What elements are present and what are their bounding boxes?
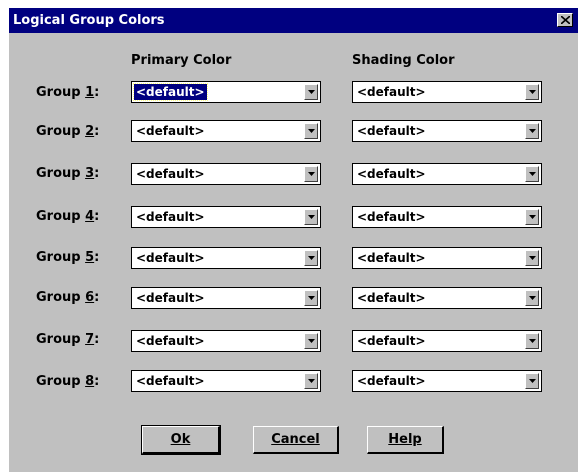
group-1-primary-select[interactable]: <default> — [131, 81, 321, 103]
group-7-shading-dropdown-button[interactable] — [525, 333, 539, 349]
group-8-shading-dropdown-button[interactable] — [525, 373, 539, 389]
group-1-shading-select[interactable]: <default> — [352, 81, 542, 103]
group-2-shading-select[interactable]: <default> — [352, 120, 542, 142]
ok-button[interactable]: Ok — [141, 425, 221, 455]
group-1-shading-value: <default> — [357, 85, 426, 99]
chevron-down-icon — [529, 172, 536, 176]
chevron-down-icon — [529, 339, 536, 343]
group-7-shading-select[interactable]: <default> — [352, 330, 542, 352]
group-4-primary-value: <default> — [136, 210, 205, 224]
group-1-label: Group 1: — [36, 85, 100, 100]
group-4-shading-value: <default> — [357, 210, 426, 224]
chevron-down-icon — [308, 256, 315, 260]
chevron-down-icon — [308, 215, 315, 219]
group-3-shading-value: <default> — [357, 167, 426, 181]
group-4-label: Group 4: — [36, 209, 100, 224]
chevron-down-icon — [529, 215, 536, 219]
chevron-down-icon — [529, 129, 536, 133]
group-5-label: Group 5: — [36, 250, 100, 265]
help-button-label: Help — [388, 432, 422, 447]
chevron-down-icon — [529, 296, 536, 300]
group-7-primary-value: <default> — [136, 334, 205, 348]
group-6-shading-dropdown-button[interactable] — [525, 290, 539, 306]
group-6-primary-value: <default> — [136, 291, 205, 305]
group-7-primary-select[interactable]: <default> — [131, 330, 321, 352]
title-bar[interactable]: Logical Group Colors — [9, 8, 578, 33]
shading-color-header: Shading Color — [352, 53, 455, 68]
group-8-primary-select[interactable]: <default> — [131, 370, 321, 392]
chevron-down-icon — [308, 129, 315, 133]
group-2-primary-dropdown-button[interactable] — [304, 123, 318, 139]
group-5-primary-value: <default> — [136, 251, 205, 265]
group-3-primary-value: <default> — [136, 167, 205, 181]
group-6-primary-select[interactable]: <default> — [131, 287, 321, 309]
logical-group-colors-dialog: Logical Group Colors Primary Color Shadi… — [8, 7, 578, 472]
group-8-shading-select[interactable]: <default> — [352, 370, 542, 392]
dialog-title: Logical Group Colors — [13, 13, 165, 28]
group-7-primary-dropdown-button[interactable] — [304, 333, 318, 349]
help-button[interactable]: Help — [367, 426, 444, 454]
group-2-primary-value: <default> — [136, 124, 205, 138]
group-1-shading-dropdown-button[interactable] — [525, 84, 539, 100]
group-8-label: Group 8: — [36, 374, 100, 389]
group-1-primary-value: <default> — [133, 83, 208, 101]
group-8-shading-value: <default> — [357, 374, 426, 388]
group-6-shading-value: <default> — [357, 291, 426, 305]
group-2-label: Group 2: — [36, 124, 100, 139]
chevron-down-icon — [308, 339, 315, 343]
group-6-shading-select[interactable]: <default> — [352, 287, 542, 309]
close-icon — [561, 16, 570, 24]
group-3-primary-select[interactable]: <default> — [131, 163, 321, 185]
chevron-down-icon — [308, 90, 315, 94]
group-7-shading-value: <default> — [357, 334, 426, 348]
group-5-primary-dropdown-button[interactable] — [304, 250, 318, 266]
group-3-shading-select[interactable]: <default> — [352, 163, 542, 185]
close-button[interactable] — [557, 13, 573, 27]
chevron-down-icon — [308, 172, 315, 176]
group-5-primary-select[interactable]: <default> — [131, 247, 321, 269]
group-2-shading-dropdown-button[interactable] — [525, 123, 539, 139]
group-4-shading-select[interactable]: <default> — [352, 206, 542, 228]
group-8-primary-dropdown-button[interactable] — [304, 373, 318, 389]
group-3-label: Group 3: — [36, 166, 100, 181]
group-5-shading-dropdown-button[interactable] — [525, 250, 539, 266]
group-1-primary-dropdown-button[interactable] — [304, 84, 318, 100]
cancel-button-label: Cancel — [271, 432, 320, 447]
group-2-shading-value: <default> — [357, 124, 426, 138]
group-6-label: Group 6: — [36, 290, 100, 305]
group-5-shading-value: <default> — [357, 251, 426, 265]
chevron-down-icon — [529, 379, 536, 383]
group-2-primary-select[interactable]: <default> — [131, 120, 321, 142]
group-8-primary-value: <default> — [136, 374, 205, 388]
group-5-shading-select[interactable]: <default> — [352, 247, 542, 269]
group-4-shading-dropdown-button[interactable] — [525, 209, 539, 225]
group-7-label: Group 7: — [36, 332, 100, 347]
group-3-shading-dropdown-button[interactable] — [525, 166, 539, 182]
ok-button-label: Ok — [170, 432, 191, 447]
chevron-down-icon — [308, 296, 315, 300]
primary-color-header: Primary Color — [131, 53, 232, 68]
chevron-down-icon — [529, 256, 536, 260]
chevron-down-icon — [308, 379, 315, 383]
group-4-primary-select[interactable]: <default> — [131, 206, 321, 228]
group-6-primary-dropdown-button[interactable] — [304, 290, 318, 306]
group-4-primary-dropdown-button[interactable] — [304, 209, 318, 225]
group-3-primary-dropdown-button[interactable] — [304, 166, 318, 182]
cancel-button[interactable]: Cancel — [253, 426, 339, 454]
chevron-down-icon — [529, 90, 536, 94]
